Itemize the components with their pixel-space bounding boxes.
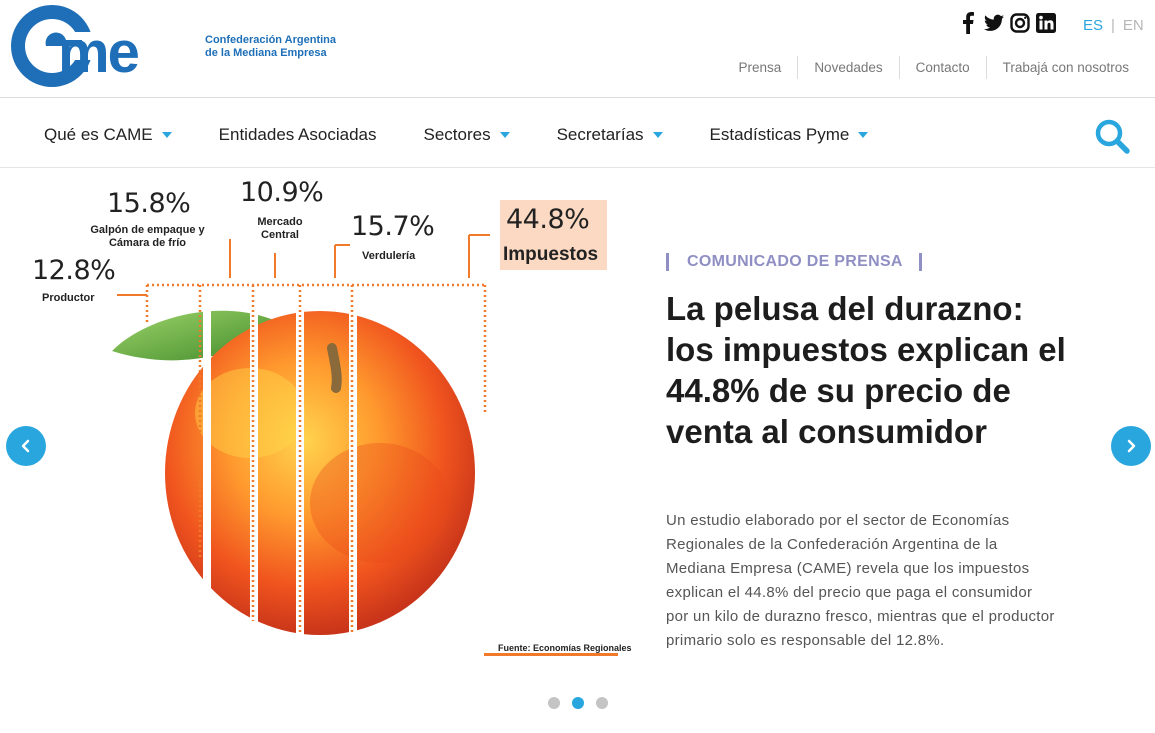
language-switcher: ES | EN (1083, 17, 1144, 34)
galpon-label: Galpón de empaque y Cámara de frío (80, 224, 215, 250)
galpon-pct: 15.8% (107, 188, 191, 219)
nav-item-secretarias[interactable]: Secretarías (557, 125, 663, 145)
carousel-prev-button[interactable] (6, 426, 46, 466)
social-links (958, 12, 1056, 34)
org-name-line1: Confederación Argentina (205, 34, 336, 46)
infographic-source: Fuente: Economías Regionales (498, 643, 632, 653)
slide-summary: Un estudio elaborado por el sector de Ec… (666, 512, 1055, 649)
chevron-left-icon (21, 439, 30, 453)
caret-down-icon (652, 132, 663, 138)
galpon-label-line2: Cámara de frío (108, 237, 187, 249)
nav-item-label: Estadísticas Pyme (709, 125, 850, 144)
category-label: COMUNICADO DE PRENSA (666, 253, 922, 271)
nav-item-que-es-came[interactable]: Qué es CAME (44, 125, 172, 145)
top-link-trabaja[interactable]: Trabajá con nosotros (985, 56, 1145, 79)
galpon-label-line1: Galpón de empaque y (90, 224, 205, 236)
mercado-label-line2: Central (261, 229, 299, 241)
top-link-contacto[interactable]: Contacto (898, 56, 986, 79)
top-links: Prensa Novedades Contacto Trabajá con no… (723, 56, 1145, 79)
top-link-novedades[interactable]: Novedades (797, 56, 898, 79)
carousel-dot-active[interactable] (572, 697, 584, 709)
mercado-pct: 10.9% (240, 177, 324, 208)
caret-down-icon (499, 132, 510, 138)
came-logo[interactable]: me (10, 2, 195, 90)
productor-pct: 12.8% (32, 255, 116, 286)
nav-item-entidades[interactable]: Entidades Asociadas (219, 125, 377, 145)
impuestos-pct: 44.8% (506, 204, 590, 235)
facebook-icon[interactable] (958, 12, 978, 34)
search-icon[interactable] (1094, 118, 1130, 154)
lang-separator: | (1111, 17, 1115, 34)
caret-down-icon (858, 132, 869, 138)
lang-en[interactable]: EN (1123, 17, 1144, 34)
nav-item-label: Entidades Asociadas (218, 125, 377, 144)
carousel-dots (548, 697, 608, 709)
chevron-right-icon (1127, 439, 1136, 453)
caret-down-icon (161, 132, 172, 138)
mercado-label-line1: Mercado (257, 216, 303, 228)
carousel-next-button[interactable] (1111, 426, 1151, 466)
page: me Confederación Argentina de la Mediana… (0, 0, 1155, 733)
carousel-dot[interactable] (548, 697, 560, 709)
instagram-icon[interactable] (1010, 12, 1030, 34)
org-name-line2: de la Mediana Empresa (205, 47, 327, 59)
nav-item-estadisticas[interactable]: Estadísticas Pyme (710, 125, 869, 145)
verduleria-pct: 15.7% (351, 211, 435, 242)
carousel-dot[interactable] (596, 697, 608, 709)
twitter-icon[interactable] (984, 12, 1004, 34)
mercado-label: Mercado Central (245, 216, 315, 242)
impuestos-label: Impuestos (503, 244, 599, 265)
linkedin-icon[interactable] (1036, 12, 1056, 34)
nav-item-label: Secretarías (556, 125, 644, 144)
peach-infographic: 12.8% Productor 15.8% Galpón de empaque … (20, 173, 632, 673)
svg-text:me: me (58, 20, 139, 85)
site-header: me Confederación Argentina de la Mediana… (0, 0, 1155, 98)
org-name: Confederación Argentina de la Mediana Em… (205, 34, 355, 60)
nav-item-label: Sectores (423, 125, 491, 144)
nav-item-sectores[interactable]: Sectores (424, 125, 510, 145)
lang-es[interactable]: ES (1083, 17, 1103, 34)
slide-headline[interactable]: La pelusa del durazno: los impuestos exp… (666, 288, 1066, 452)
verduleria-label: Verdulería (362, 250, 416, 262)
productor-label: Productor (42, 292, 95, 304)
hero-slide: 12.8% Productor 15.8% Galpón de empaque … (0, 168, 1155, 733)
main-nav: Qué es CAME Entidades Asociadas Sectores… (0, 103, 1155, 168)
top-link-prensa[interactable]: Prensa (723, 56, 798, 79)
nav-item-label: Qué es CAME (44, 125, 153, 144)
